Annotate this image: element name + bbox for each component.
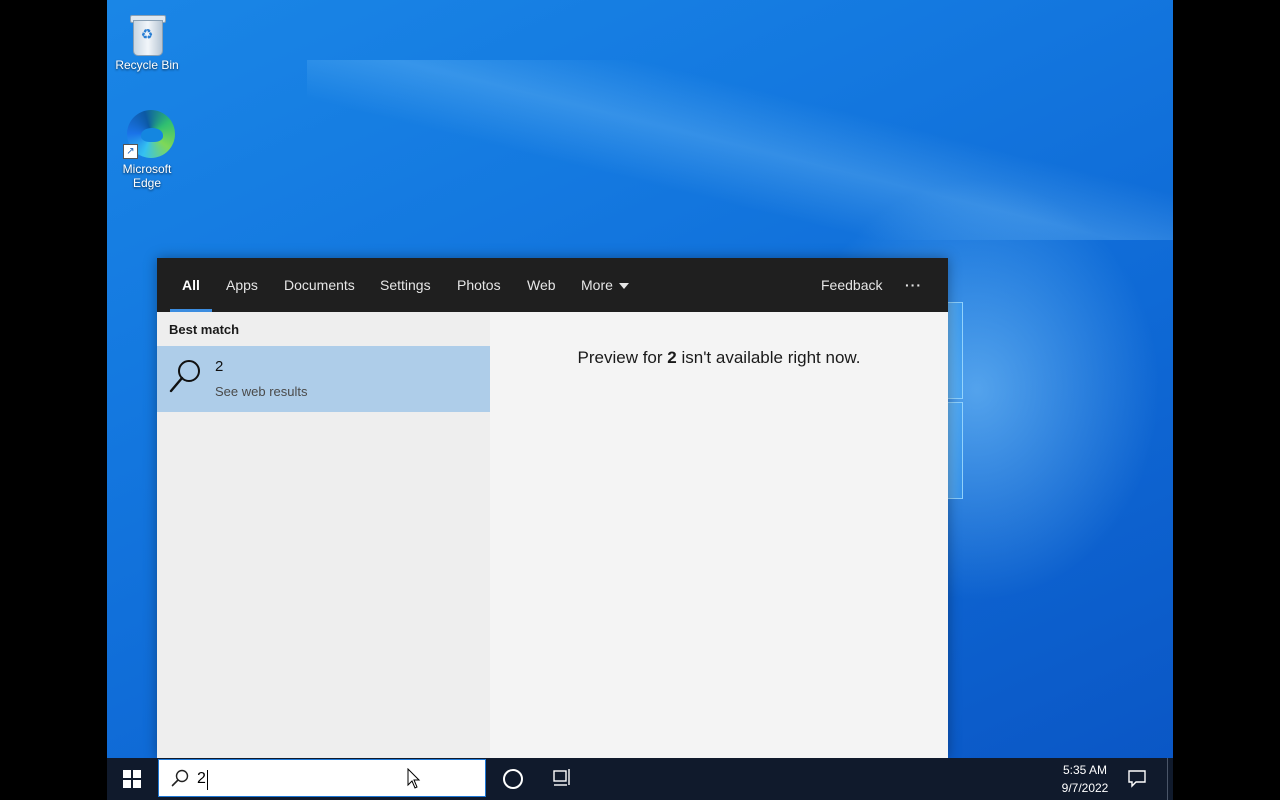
search-icon xyxy=(171,769,189,787)
tab-more-label: More xyxy=(581,277,613,293)
recycle-bin-icon: ♻ xyxy=(123,8,171,56)
wallpaper-window-pane xyxy=(947,302,963,399)
feedback-button[interactable]: Feedback xyxy=(821,258,882,312)
best-match-result[interactable]: 2 See web results xyxy=(157,346,490,412)
cortana-button[interactable] xyxy=(503,769,523,789)
preview-pane: Preview for 2 isn't available right now. xyxy=(490,312,948,758)
mouse-cursor-icon xyxy=(407,768,421,789)
search-input[interactable]: 2 xyxy=(197,766,467,792)
clock-time: 5:35 AM xyxy=(1062,763,1108,777)
result-title: 2 xyxy=(215,358,224,375)
search-tab-bar: All Apps Documents Settings Photos Web M… xyxy=(157,258,948,312)
action-center-icon[interactable] xyxy=(1127,768,1147,788)
edge-icon: ↗ xyxy=(123,108,175,160)
windows-logo-icon xyxy=(123,770,141,788)
more-options-button[interactable]: ··· xyxy=(905,258,922,312)
tab-all[interactable]: All xyxy=(170,258,212,312)
best-match-heading: Best match xyxy=(169,322,240,337)
wallpaper-window-pane xyxy=(947,402,963,499)
tab-documents[interactable]: Documents xyxy=(284,258,355,312)
chevron-down-icon xyxy=(618,283,629,290)
taskbar-search-box[interactable]: 2 xyxy=(158,759,486,797)
desktop-icon-microsoft-edge[interactable]: ↗ Microsoft Edge xyxy=(107,108,187,190)
desktop-icon-label: Microsoft Edge xyxy=(122,162,172,190)
tab-apps[interactable]: Apps xyxy=(226,258,258,312)
preview-term: 2 xyxy=(667,348,677,367)
search-icon xyxy=(169,360,200,393)
preview-prefix: Preview for xyxy=(577,348,668,367)
tab-more[interactable]: More xyxy=(581,258,629,312)
wallpaper-light-beam xyxy=(307,60,1173,240)
task-view-icon[interactable] xyxy=(553,767,573,787)
clock-date: 9/7/2022 xyxy=(1061,781,1109,795)
preview-message: Preview for 2 isn't available right now. xyxy=(490,348,948,368)
search-flyout: All Apps Documents Settings Photos Web M… xyxy=(157,258,948,758)
shortcut-arrow-icon: ↗ xyxy=(123,144,138,159)
result-subtitle: See web results xyxy=(215,384,308,399)
system-clock[interactable]: 5:35 AM 9/7/2022 xyxy=(1049,761,1121,797)
tab-settings[interactable]: Settings xyxy=(380,258,431,312)
start-button[interactable] xyxy=(107,758,157,800)
taskbar: 2 5:35 AM 9/7/2022 xyxy=(107,758,1173,800)
show-desktop-button[interactable] xyxy=(1167,758,1174,800)
results-pane: Best match 2 See web results xyxy=(157,312,490,758)
desktop-icon-label: Recycle Bin xyxy=(115,58,179,72)
desktop-icon-recycle-bin[interactable]: ♻ Recycle Bin xyxy=(107,8,187,72)
tab-photos[interactable]: Photos xyxy=(457,258,501,312)
text-caret xyxy=(207,770,208,790)
tab-web[interactable]: Web xyxy=(527,258,556,312)
preview-suffix: isn't available right now. xyxy=(676,348,861,367)
